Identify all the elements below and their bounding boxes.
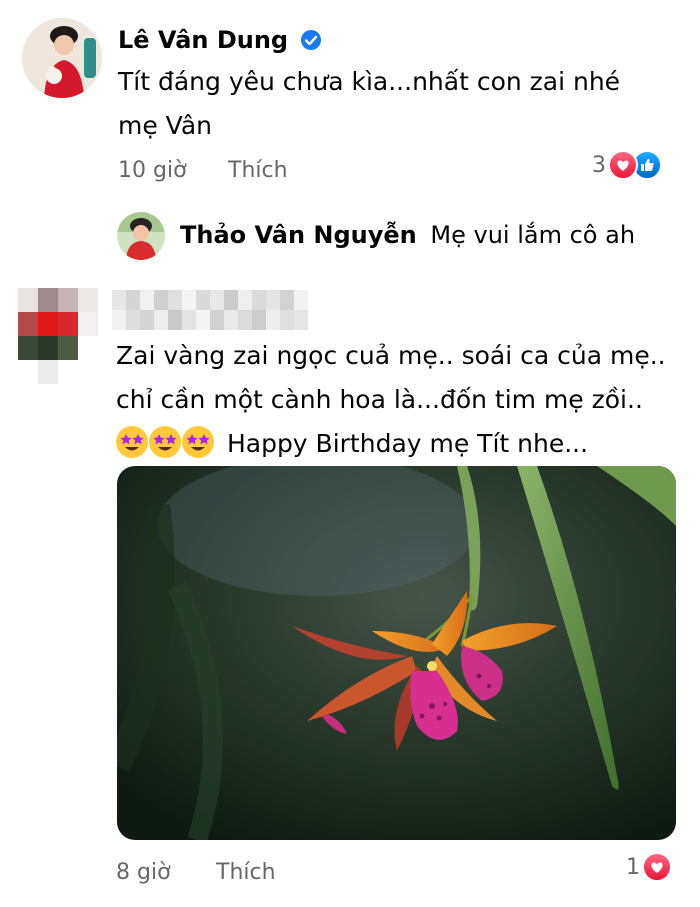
comment-text-line-emoji: Happy Birthday mẹ Tít nhe... bbox=[116, 422, 666, 466]
comment-text: Tít đáng yêu chưa kìa...nhất con zai nhé… bbox=[118, 60, 620, 148]
comment-text-line: mẹ Vân bbox=[118, 111, 213, 140]
comment-time[interactable]: 8 giờ bbox=[116, 860, 171, 885]
comment-text-line: chỉ cần một cành hoa là...đốn tim mẹ zồi… bbox=[116, 385, 643, 414]
reply-avatar-photo bbox=[117, 212, 165, 260]
reply-author[interactable]: Thảo Vân Nguyễn bbox=[180, 221, 417, 249]
star-struck-icon bbox=[182, 426, 214, 458]
comment-author[interactable]: Lê Vân Dung bbox=[118, 26, 322, 54]
like-button[interactable]: Thích bbox=[216, 860, 276, 885]
avatar-photo bbox=[22, 18, 102, 98]
avatar[interactable] bbox=[22, 18, 102, 98]
reply-text: Mẹ vui lắm cô ah bbox=[430, 221, 636, 249]
comment-time[interactable]: 10 giờ bbox=[118, 158, 187, 183]
comment-text-line: Happy Birthday mẹ Tít nhe... bbox=[226, 429, 589, 458]
reaction-summary[interactable]: 1 bbox=[626, 852, 672, 882]
redacted-avatar[interactable] bbox=[18, 288, 98, 384]
reaction-summary[interactable]: 3 bbox=[592, 150, 662, 180]
star-struck-icon bbox=[116, 426, 148, 458]
reaction-count: 3 bbox=[592, 152, 606, 178]
love-reaction-icon bbox=[608, 150, 638, 180]
verified-badge-icon bbox=[301, 30, 322, 50]
reply: Thảo Vân Nguyễn Mẹ vui lắm cô ah bbox=[180, 221, 635, 249]
author-name[interactable]: Lê Vân Dung bbox=[118, 26, 288, 54]
orchid-flower-photo[interactable] bbox=[117, 466, 676, 840]
love-reaction-icon bbox=[642, 852, 672, 882]
comment-text-line: Zai vàng zai ngọc cuả mẹ.. soái ca của m… bbox=[116, 341, 666, 370]
like-button[interactable]: Thích bbox=[228, 158, 288, 183]
comment-text: Zai vàng zai ngọc cuả mẹ.. soái ca của m… bbox=[116, 334, 666, 466]
reaction-count: 1 bbox=[626, 854, 640, 880]
comment-text-line: Tít đáng yêu chưa kìa...nhất con zai nhé bbox=[118, 67, 621, 96]
redacted-author-name[interactable] bbox=[112, 290, 308, 330]
star-struck-icon bbox=[149, 426, 181, 458]
reply-avatar[interactable] bbox=[117, 212, 165, 260]
